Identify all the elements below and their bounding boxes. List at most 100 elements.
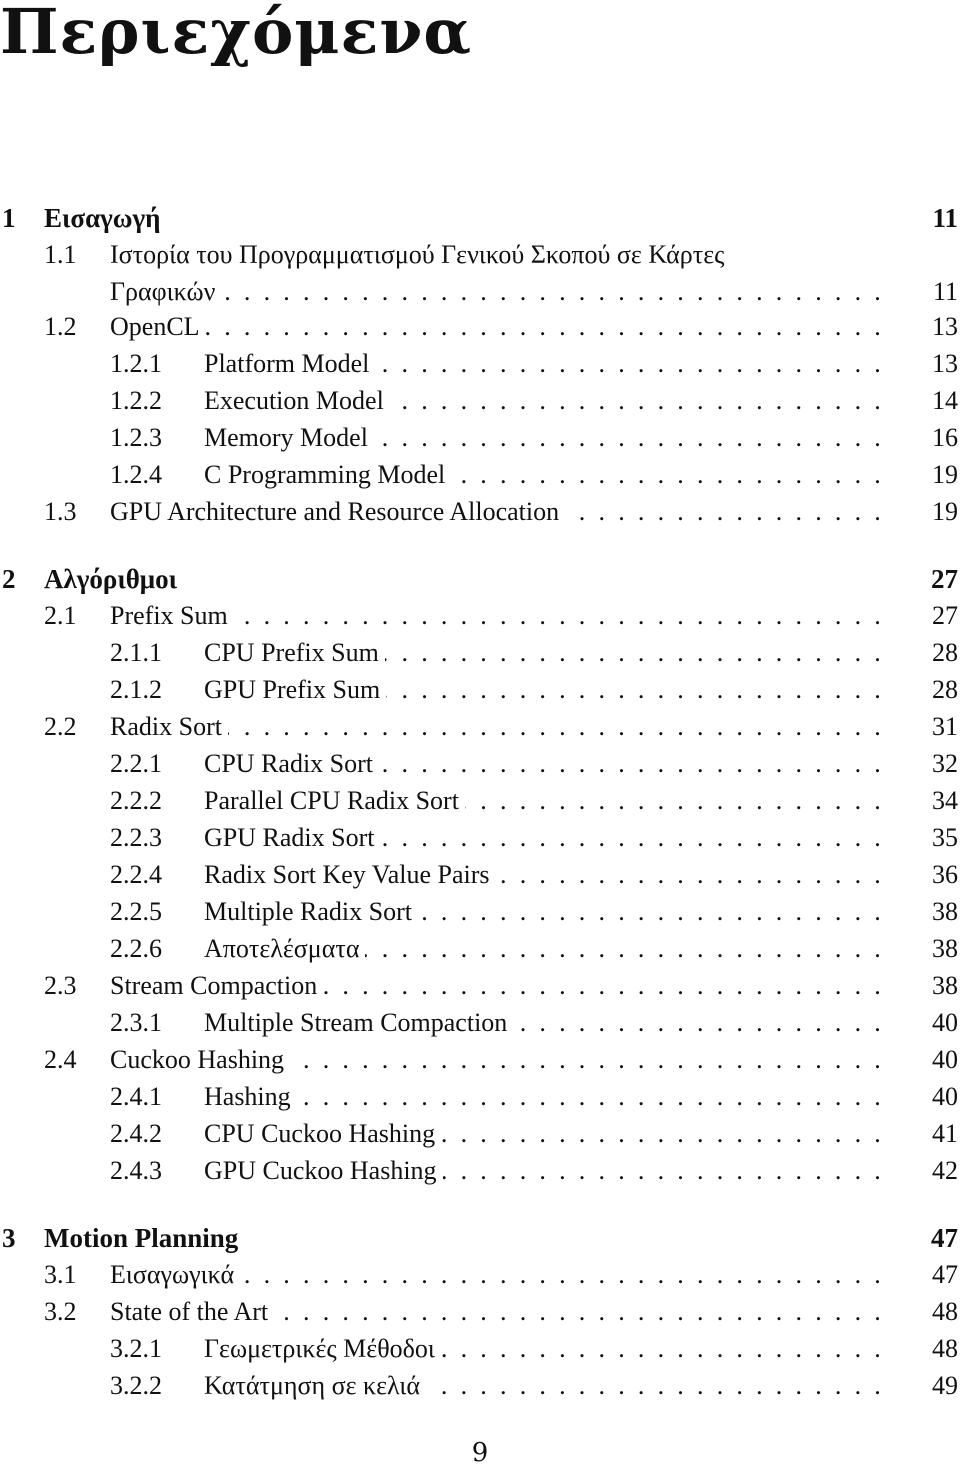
- toc-entry-subsection[interactable]: 1.2.1 Platform Model.....................…: [0, 346, 960, 382]
- toc-entry-number: 2.3.1: [110, 1008, 162, 1037]
- toc-entry-section[interactable]: 1.1 Ιστορία του Προγραμματισμού Γενικού Σ…: [0, 237, 960, 273]
- toc-entry-title: OpenCL: [110, 309, 206, 345]
- toc-entry-number: 2.1: [44, 601, 77, 630]
- toc-entry-title: CPU Prefix Sum: [204, 635, 385, 671]
- toc-entry-section[interactable]: 2.4 Cuckoo Hashing.......................…: [0, 1042, 960, 1078]
- toc-entry-subsection[interactable]: 2.2.5 Multiple Radix Sort................…: [0, 894, 960, 930]
- toc-entry-number: 3.2: [44, 1297, 77, 1326]
- toc-entry-title: Κατάτμηση σε κελιά: [204, 1368, 426, 1404]
- toc-entry-section[interactable]: 2.1 Prefix Sum...........................…: [0, 598, 960, 634]
- toc-entry-page: 48: [932, 1334, 958, 1363]
- toc-entry-section[interactable]: 3.2 State of the Art.....................…: [0, 1294, 960, 1330]
- toc-entry-subsection[interactable]: 3.2.1 Γεωμετρικές Μέθοδοι................…: [0, 1331, 960, 1367]
- toc-entry-number: 1: [2, 203, 16, 233]
- toc-entry-page: 38: [932, 971, 958, 1000]
- toc-entry-page: 42: [932, 1156, 958, 1185]
- toc-entry-number: 3.1: [44, 1260, 77, 1289]
- toc-entry-title: GPU Radix Sort: [204, 820, 381, 856]
- toc-entry-number: 2.2: [44, 712, 77, 741]
- toc-entry-subsection[interactable]: 1.2.2 Execution Model....................…: [0, 383, 960, 419]
- toc-entry-title: Hashing: [204, 1079, 297, 1115]
- toc-entry-page: 13: [932, 312, 958, 341]
- toc-entry-number: 2.1.2: [110, 675, 162, 704]
- toc-entry-page: 28: [932, 638, 958, 667]
- toc-entry-subsection[interactable]: 2.2.3 GPU Radix Sort.....................…: [0, 820, 960, 856]
- toc-entry-title: Motion Planning: [44, 1220, 245, 1256]
- toc-entry-page: 36: [932, 860, 958, 889]
- toc-entry-number: 3.2.2: [110, 1371, 162, 1400]
- toc-entry-number: 2.4.1: [110, 1082, 162, 1111]
- page-title: Περιεχόμενα: [0, 0, 473, 68]
- toc-entry-number: 1.2.1: [110, 349, 162, 378]
- toc-entry-chapter[interactable]: 3 Motion Planning 47: [0, 1220, 960, 1256]
- toc-entry-page: 48: [932, 1297, 958, 1326]
- toc-entry-page: 35: [932, 823, 958, 852]
- toc-entry-section[interactable]: 1.2 OpenCL...............................…: [0, 309, 960, 345]
- toc-entry-title: Ιστορία του Προγραμματισμού Γενικού Σκοπ…: [110, 237, 731, 273]
- toc-entry-title: Radix Sort: [110, 709, 228, 745]
- toc-entry-subsection[interactable]: 2.2.2 Parallel CPU Radix Sort............…: [0, 783, 960, 819]
- toc-entry-title: Cuckoo Hashing: [110, 1042, 291, 1078]
- toc-entry-title: GPU Architecture and Resource Allocation: [110, 494, 566, 530]
- toc-entry-subsection[interactable]: 2.4.3 GPU Cuckoo Hashing.................…: [0, 1153, 960, 1189]
- toc-entry-number: 1.2: [44, 312, 77, 341]
- toc-entry-number: 2.4.3: [110, 1156, 162, 1185]
- toc-entry-number: 2.2.3: [110, 823, 162, 852]
- toc-entry-page: 27: [932, 601, 958, 630]
- toc-entry-section[interactable]: 2.2 Radix Sort...........................…: [0, 709, 960, 745]
- toc-entry-title: Multiple Stream Compaction: [204, 1005, 514, 1041]
- toc-entry-subsection[interactable]: 2.4.2 CPU Cuckoo Hashing.................…: [0, 1116, 960, 1152]
- toc-entry-page: 40: [932, 1008, 958, 1037]
- toc-entry-number: 2.3: [44, 971, 77, 1000]
- toc-entry-number: 3: [2, 1223, 16, 1253]
- toc-entry-page: 40: [932, 1045, 958, 1074]
- toc-entry-title: Αλγόριθμοι: [44, 561, 183, 597]
- toc-entry-page: 49: [932, 1371, 958, 1400]
- toc-entry-continuation[interactable]: Γραφικών................................…: [0, 274, 960, 310]
- toc-entry-page: 27: [931, 564, 958, 594]
- toc-entry-page: 11: [932, 203, 958, 233]
- toc-entry-number: 1.2.2: [110, 386, 162, 415]
- toc-entry-page: 14: [932, 386, 958, 415]
- toc-entry-number: 2.4: [44, 1045, 77, 1074]
- toc-entry-title: Εισαγωγικά: [110, 1257, 241, 1293]
- toc-entry-number: 1.3: [44, 497, 77, 526]
- toc-entry-page: 11: [932, 277, 958, 306]
- toc-entry-title: Γραφικών: [110, 274, 222, 310]
- toc-entry-chapter[interactable]: 1 Εισαγωγή 11: [0, 200, 960, 236]
- toc-entry-section[interactable]: 2.3 Stream Compaction....................…: [0, 968, 960, 1004]
- toc-entry-section[interactable]: 1.3 GPU Architecture and Resource Allocat…: [0, 494, 960, 530]
- toc-entry-page: 32: [932, 749, 958, 778]
- toc-entry-subsection[interactable]: 1.2.3 Memory Model.......................…: [0, 420, 960, 456]
- toc-entry-title: Stream Compaction: [110, 968, 324, 1004]
- page-number: 9: [471, 1438, 489, 1468]
- toc-entry-subsection[interactable]: 2.1.1 CPU Prefix Sum.....................…: [0, 635, 960, 671]
- toc-entry-number: 2.2.6: [110, 934, 162, 963]
- toc-entry-subsection[interactable]: 2.4.1 Hashing............................…: [0, 1079, 960, 1115]
- toc-entry-title: C Programming Model: [204, 457, 452, 493]
- toc-entry-title: Memory Model: [204, 420, 374, 456]
- toc-entry-title: Γεωμετρικές Μέθοδοι: [204, 1331, 441, 1367]
- toc-entry-number: 1.1: [44, 240, 77, 269]
- toc-entry-page: 47: [931, 1223, 958, 1253]
- toc-entry-subsection[interactable]: 2.2.6 Αποτελέσματα.......................…: [0, 931, 960, 967]
- toc-entry-section[interactable]: 3.1 Εισαγωγικά...........................…: [0, 1257, 960, 1293]
- toc-entry-number: 2.2.2: [110, 786, 162, 815]
- toc-entry-number: 2.1.1: [110, 638, 162, 667]
- toc-entry-page: 38: [932, 934, 958, 963]
- toc-entry-subsection[interactable]: 2.1.2 GPU Prefix Sum.....................…: [0, 672, 960, 708]
- toc-entry-subsection[interactable]: 2.2.1 CPU Radix Sort.....................…: [0, 746, 960, 782]
- toc-entry-title: Prefix Sum: [110, 598, 234, 634]
- toc-entry-page: 16: [932, 423, 958, 452]
- toc-entry-chapter[interactable]: 2 Αλγόριθμοι 27: [0, 561, 960, 597]
- toc-entry-title: Multiple Radix Sort: [204, 894, 418, 930]
- toc-entry-page: 31: [932, 712, 958, 741]
- toc-entry-title: Parallel CPU Radix Sort: [204, 783, 465, 819]
- toc-dot-leader: ........................................…: [110, 277, 894, 306]
- toc-entry-subsection[interactable]: 2.3.1 Multiple Stream Compaction.........…: [0, 1005, 960, 1041]
- toc-entry-subsection[interactable]: 1.2.4 C Programming Model................…: [0, 457, 960, 493]
- toc-entry-page: 19: [932, 497, 958, 526]
- toc-entry-number: 1.2.4: [110, 460, 162, 489]
- toc-entry-subsection[interactable]: 3.2.2 Κατάτμηση σε κελιά.................…: [0, 1368, 960, 1404]
- toc-entry-subsection[interactable]: 2.2.4 Radix Sort Key Value Pairs.........…: [0, 857, 960, 893]
